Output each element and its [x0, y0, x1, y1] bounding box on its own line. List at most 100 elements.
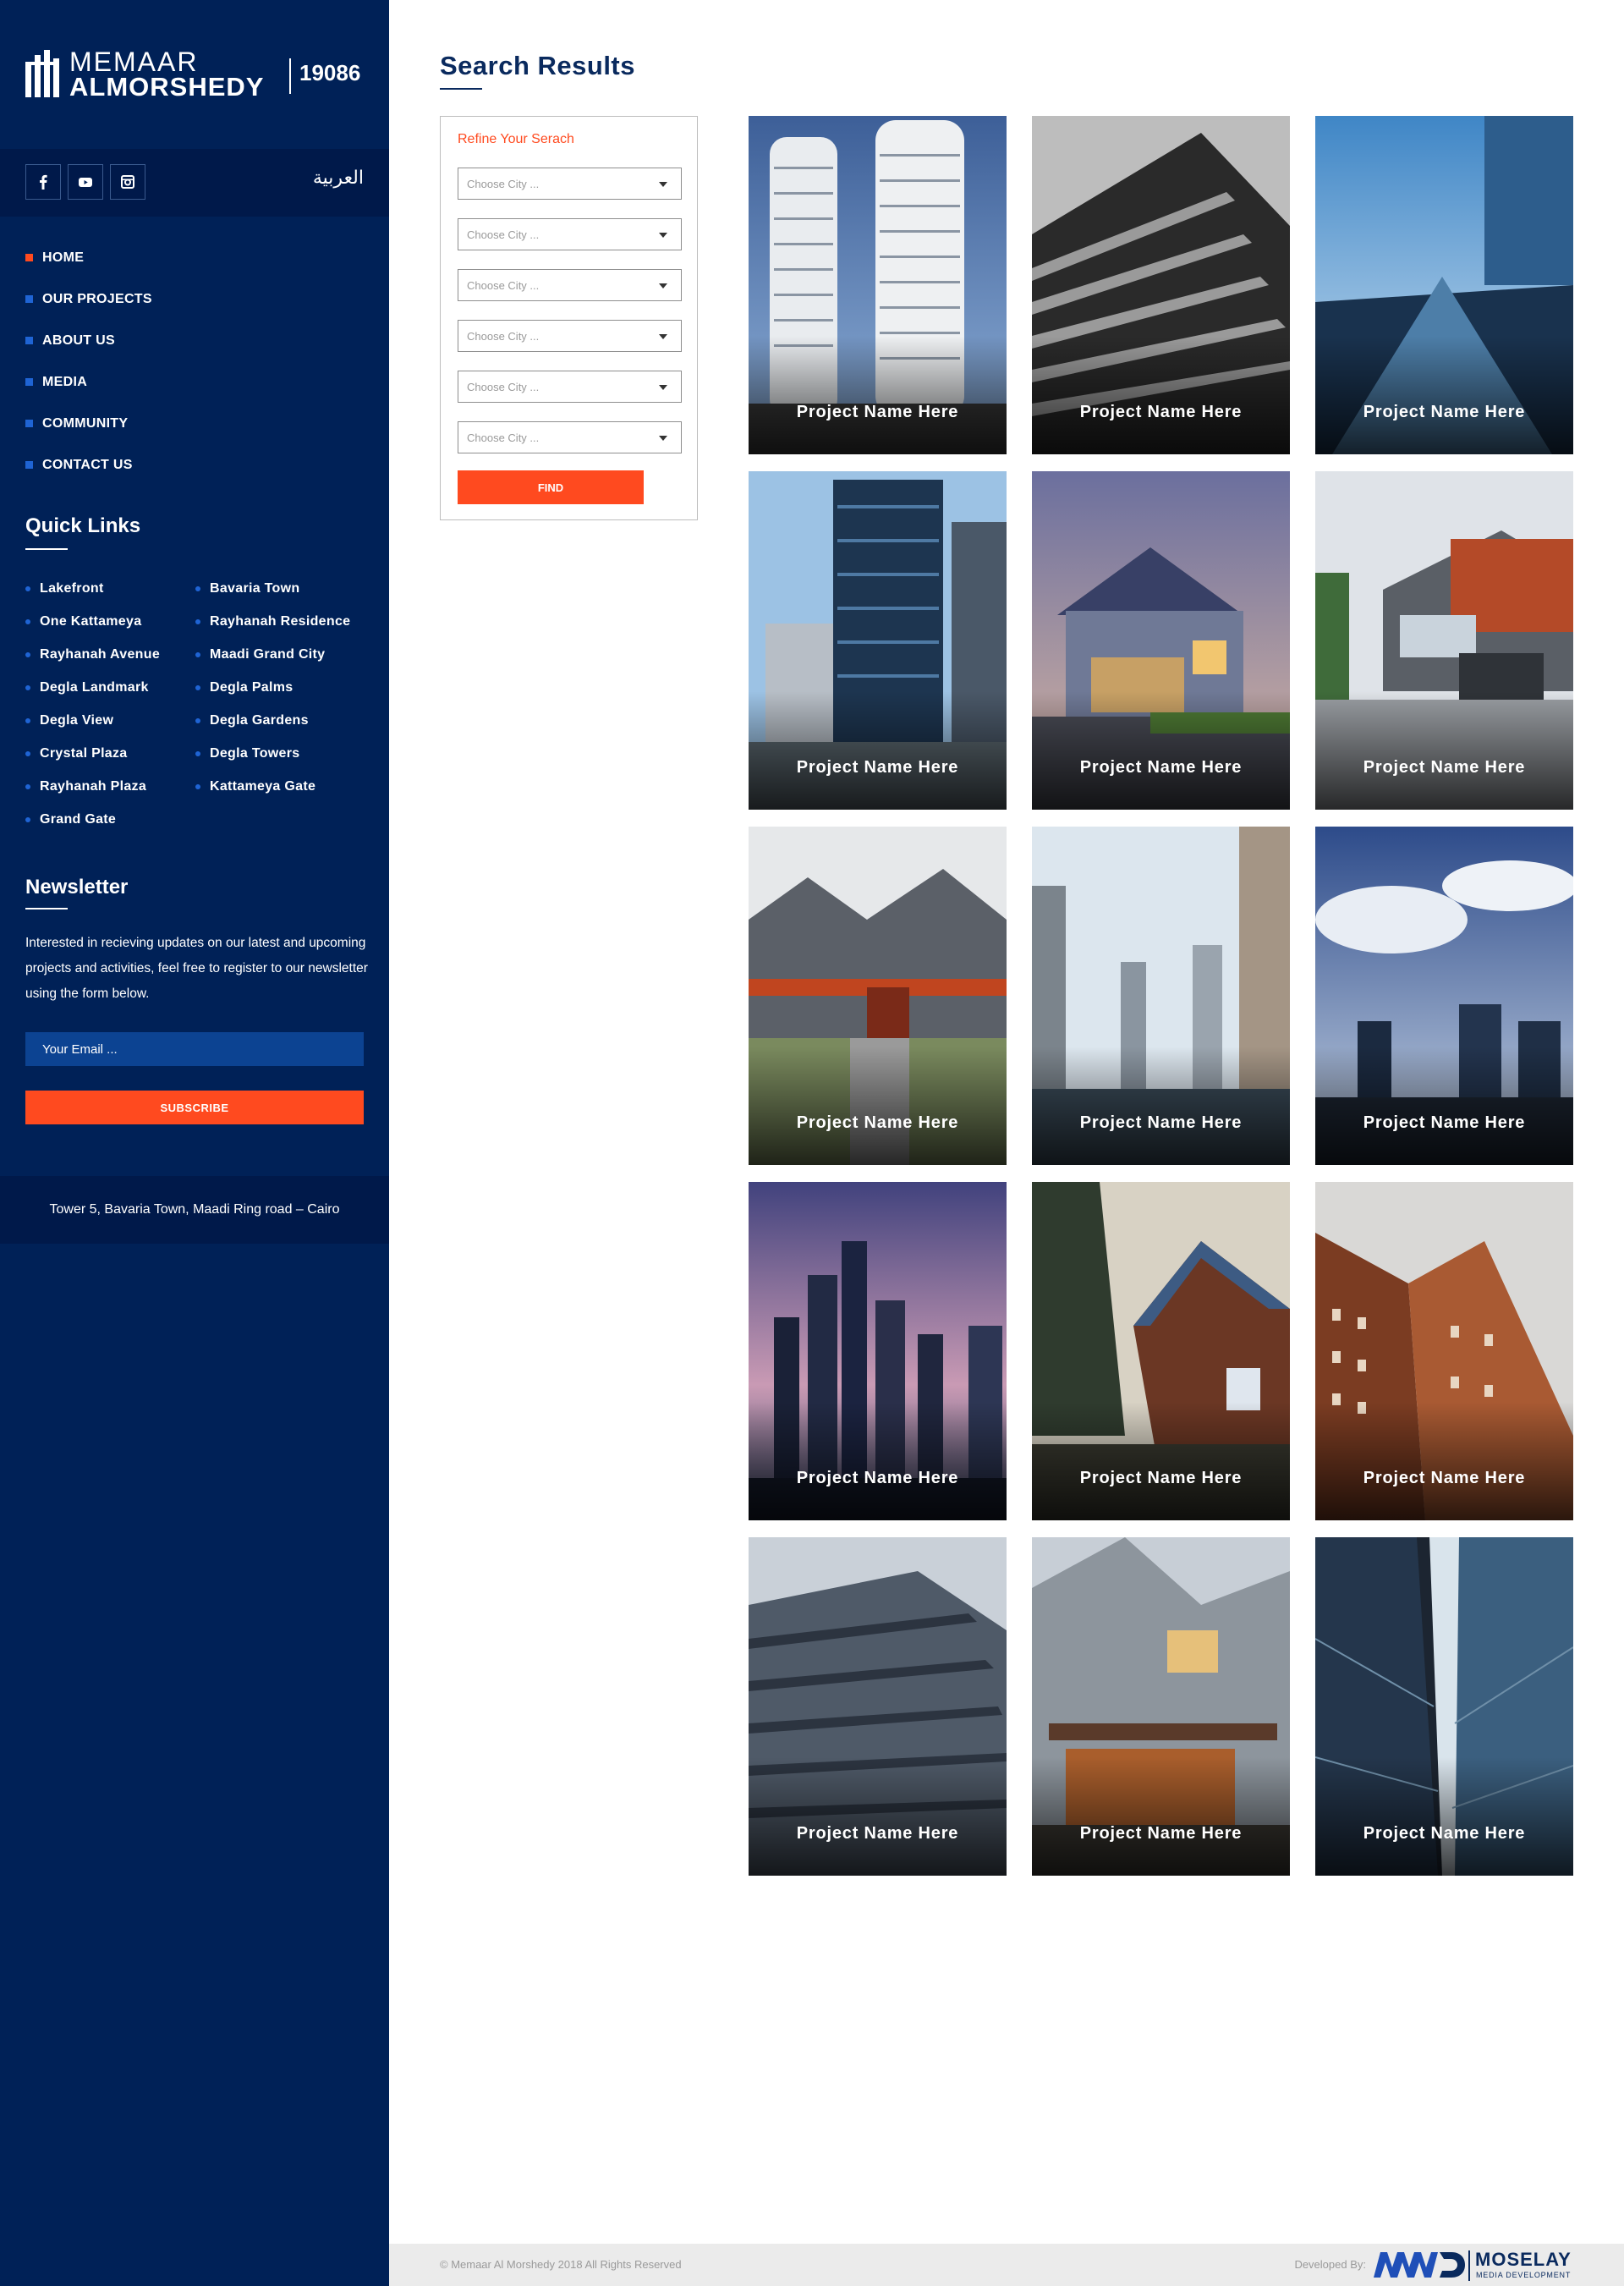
project-name: Project Name Here — [1079, 1824, 1243, 1843]
nav-item-label: COMMUNITY — [42, 415, 129, 431]
quick-link-bullet — [195, 618, 200, 624]
project-name: Project Name Here — [1079, 403, 1243, 421]
city-select[interactable]: Choose City ... — [458, 371, 682, 403]
find-button[interactable]: FIND — [458, 470, 644, 504]
project-name: Project Name Here — [1363, 1113, 1526, 1132]
image-overlay — [1315, 1757, 1573, 1876]
quick-link-bullet — [195, 717, 200, 723]
nav-bullet — [25, 378, 33, 386]
quick-link-label: Grand Gate — [40, 811, 117, 827]
brand-name-line2: ALMORSHEDY — [69, 72, 265, 102]
city-select[interactable]: Choose City ... — [458, 168, 682, 200]
quick-link-label: Degla View — [40, 712, 114, 728]
project-name: Project Name Here — [1363, 1469, 1526, 1487]
quick-link-label: Rayhanah Residence — [210, 613, 351, 629]
select-value: Choose City ... — [467, 431, 540, 444]
project-card[interactable]: Project Name Here — [749, 1537, 1007, 1876]
quick-link[interactable]: Degla Palms — [195, 671, 350, 704]
quick-link[interactable]: Grand Gate — [25, 803, 160, 836]
chevron-down-icon — [659, 182, 667, 187]
address-text: Tower 5, Bavaria Town, Maadi Ring road –… — [49, 1202, 340, 1217]
quick-link-bullet — [25, 750, 30, 756]
nav-item-contact-us[interactable]: CONTACT US — [25, 444, 364, 486]
facebook-button[interactable] — [25, 164, 61, 200]
quick-link[interactable]: Crystal Plaza — [25, 737, 160, 770]
refine-search-panel: Refine Your Serach Choose City ... Choos… — [440, 116, 698, 520]
project-card[interactable]: Project Name Here — [1315, 827, 1573, 1165]
project-card[interactable]: Project Name Here — [1315, 116, 1573, 454]
nav-item-community[interactable]: COMMUNITY — [25, 403, 364, 444]
project-card[interactable]: Project Name Here — [749, 116, 1007, 454]
quick-link-label: Rayhanah Avenue — [40, 646, 161, 662]
project-card[interactable]: Project Name Here — [1032, 827, 1290, 1165]
project-card[interactable]: Project Name Here — [749, 471, 1007, 810]
city-select[interactable]: Choose City ... — [458, 320, 682, 352]
newsletter-email-input[interactable] — [25, 1032, 364, 1066]
youtube-icon — [79, 178, 92, 187]
footer: © Memaar Al Morshedy 2018 All Rights Res… — [389, 2244, 1624, 2286]
developer-logo[interactable]: MOSELAY MEDIA DEVELOPMENT — [1374, 2249, 1575, 2281]
quick-link[interactable]: Lakefront — [25, 572, 160, 605]
nav-item-home[interactable]: HOME — [25, 237, 364, 278]
nav-item-label: CONTACT US — [42, 457, 133, 472]
image-overlay — [1032, 336, 1290, 454]
quick-link[interactable]: Rayhanah Residence — [195, 605, 350, 638]
quick-link[interactable]: Rayhanah Plaza — [25, 770, 160, 803]
quick-link[interactable]: Degla View — [25, 704, 160, 737]
project-name: Project Name Here — [1363, 403, 1526, 421]
quick-link[interactable]: Rayhanah Avenue — [25, 638, 160, 671]
city-select[interactable]: Choose City ... — [458, 269, 682, 301]
language-switch-link[interactable]: العربية — [313, 168, 364, 189]
nav-item-media[interactable]: MEDIA — [25, 361, 364, 403]
brand-logo[interactable]: MEMAAR ALMORSHEDY 19086 — [25, 47, 372, 106]
project-card[interactable]: Project Name Here — [749, 1182, 1007, 1520]
nav-item-about-us[interactable]: ABOUT US — [25, 320, 364, 361]
quick-link[interactable]: Degla Landmark — [25, 671, 160, 704]
quick-link[interactable]: Degla Towers — [195, 737, 350, 770]
project-card[interactable]: Project Name Here — [1032, 1537, 1290, 1876]
project-card[interactable]: Project Name Here — [749, 827, 1007, 1165]
quick-link-label: Maadi Grand City — [210, 646, 326, 662]
subscribe-button[interactable]: SUBSCRIBE — [25, 1091, 364, 1124]
quick-link-label: Degla Gardens — [210, 712, 309, 728]
sidebar: MEMAAR ALMORSHEDY 19086 العربية HOME OUR… — [0, 0, 389, 2286]
chevron-down-icon — [659, 436, 667, 441]
developer-logo-icon — [1374, 2252, 1465, 2278]
project-card[interactable]: Project Name Here — [1032, 116, 1290, 454]
brand-divider — [289, 58, 291, 94]
social-bar: العربية — [0, 149, 389, 217]
quick-link-bullet — [25, 618, 30, 624]
youtube-button[interactable] — [68, 164, 103, 200]
quick-link[interactable]: Kattameya Gate — [195, 770, 350, 803]
project-card[interactable]: Project Name Here — [1315, 1182, 1573, 1520]
quick-link-label: One Kattameya — [40, 613, 142, 629]
quick-link-bullet — [25, 717, 30, 723]
instagram-button[interactable] — [110, 164, 145, 200]
project-card[interactable]: Project Name Here — [1315, 471, 1573, 810]
image-overlay — [1315, 1047, 1573, 1165]
project-card[interactable]: Project Name Here — [1315, 1537, 1573, 1876]
quick-link-bullet — [195, 651, 200, 657]
nav-item-our-projects[interactable]: OUR PROJECTS — [25, 278, 364, 320]
image-overlay — [749, 691, 1007, 810]
quick-link[interactable]: Maadi Grand City — [195, 638, 350, 671]
select-value: Choose City ... — [467, 178, 540, 190]
quick-link-bullet — [195, 750, 200, 756]
quick-links-column-1: Lakefront One Kattameya Rayhanah Avenue … — [25, 572, 160, 836]
city-select[interactable]: Choose City ... — [458, 421, 682, 453]
project-card[interactable]: Project Name Here — [1032, 471, 1290, 810]
developer-logo-divider — [1468, 2250, 1470, 2281]
quick-link-bullet — [195, 783, 200, 789]
image-overlay — [749, 336, 1007, 454]
quick-link[interactable]: Degla Gardens — [195, 704, 350, 737]
page-title: Search Results — [440, 51, 635, 80]
select-value: Choose City ... — [467, 381, 540, 393]
city-select[interactable]: Choose City ... — [458, 218, 682, 250]
hotline-number[interactable]: 19086 — [299, 60, 360, 86]
project-card[interactable]: Project Name Here — [1032, 1182, 1290, 1520]
quick-link-bullet — [25, 816, 30, 822]
quick-link[interactable]: One Kattameya — [25, 605, 160, 638]
project-name: Project Name Here — [1079, 1469, 1243, 1487]
newsletter-underline — [25, 908, 68, 909]
quick-link[interactable]: Bavaria Town — [195, 572, 350, 605]
